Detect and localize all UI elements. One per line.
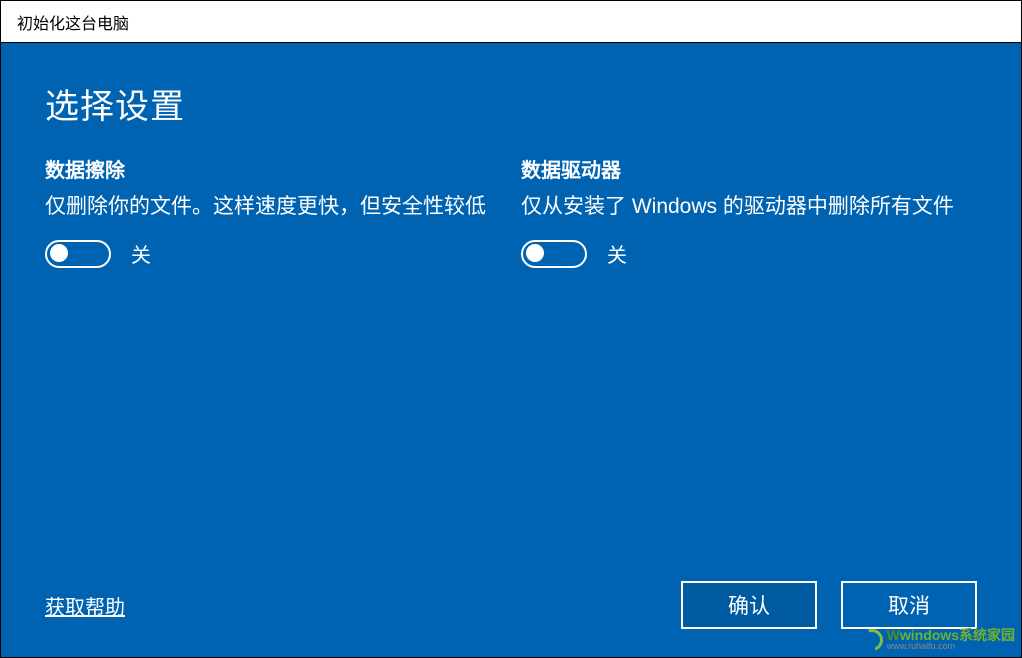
data-erase-toggle[interactable] bbox=[45, 240, 111, 268]
toggle-row: 关 bbox=[521, 239, 977, 268]
setting-heading: 数据驱动器 bbox=[521, 154, 977, 183]
button-row: 确认 取消 bbox=[681, 581, 977, 629]
watermark-text: Wwindows系统家园 www.ruhaifu.com bbox=[887, 628, 1015, 651]
setting-data-erase: 数据擦除 仅删除你的文件。这样速度更快，但安全性较低 关 bbox=[45, 154, 501, 268]
window-title: 初始化这台电脑 bbox=[17, 10, 129, 34]
dialog-window: 初始化这台电脑 选择设置 数据擦除 仅删除你的文件。这样速度更快，但安全性较低 … bbox=[0, 0, 1022, 658]
titlebar: 初始化这台电脑 bbox=[1, 1, 1021, 43]
watermark-main: Wwindows系统家园 bbox=[887, 628, 1015, 642]
setting-data-drive: 数据驱动器 仅从安装了 Windows 的驱动器中删除所有文件 关 bbox=[521, 154, 977, 268]
setting-description: 仅删除你的文件。这样速度更快，但安全性较低 bbox=[45, 193, 501, 221]
toggle-knob-icon bbox=[50, 244, 68, 262]
cancel-button[interactable]: 取消 bbox=[841, 581, 977, 629]
watermark-sub: www.ruhaifu.com bbox=[887, 642, 1015, 651]
setting-description: 仅从安装了 Windows 的驱动器中删除所有文件 bbox=[521, 193, 977, 221]
toggle-row: 关 bbox=[45, 239, 501, 268]
setting-heading: 数据擦除 bbox=[45, 154, 501, 183]
toggle-label: 关 bbox=[607, 239, 627, 268]
watermark-refresh-icon bbox=[857, 625, 886, 654]
confirm-button[interactable]: 确认 bbox=[681, 581, 817, 629]
dialog-content: 选择设置 数据擦除 仅删除你的文件。这样速度更快，但安全性较低 关 数据驱动器 … bbox=[1, 43, 1021, 657]
settings-grid: 数据擦除 仅删除你的文件。这样速度更快，但安全性较低 关 数据驱动器 仅从安装了… bbox=[45, 154, 977, 268]
watermark: Wwindows系统家园 www.ruhaifu.com bbox=[861, 628, 1015, 651]
toggle-label: 关 bbox=[131, 239, 151, 268]
help-link[interactable]: 获取帮助 bbox=[45, 591, 125, 620]
toggle-knob-icon bbox=[526, 244, 544, 262]
dialog-footer: 获取帮助 确认 取消 bbox=[45, 581, 977, 629]
page-title: 选择设置 bbox=[45, 79, 977, 128]
data-drive-toggle[interactable] bbox=[521, 240, 587, 268]
